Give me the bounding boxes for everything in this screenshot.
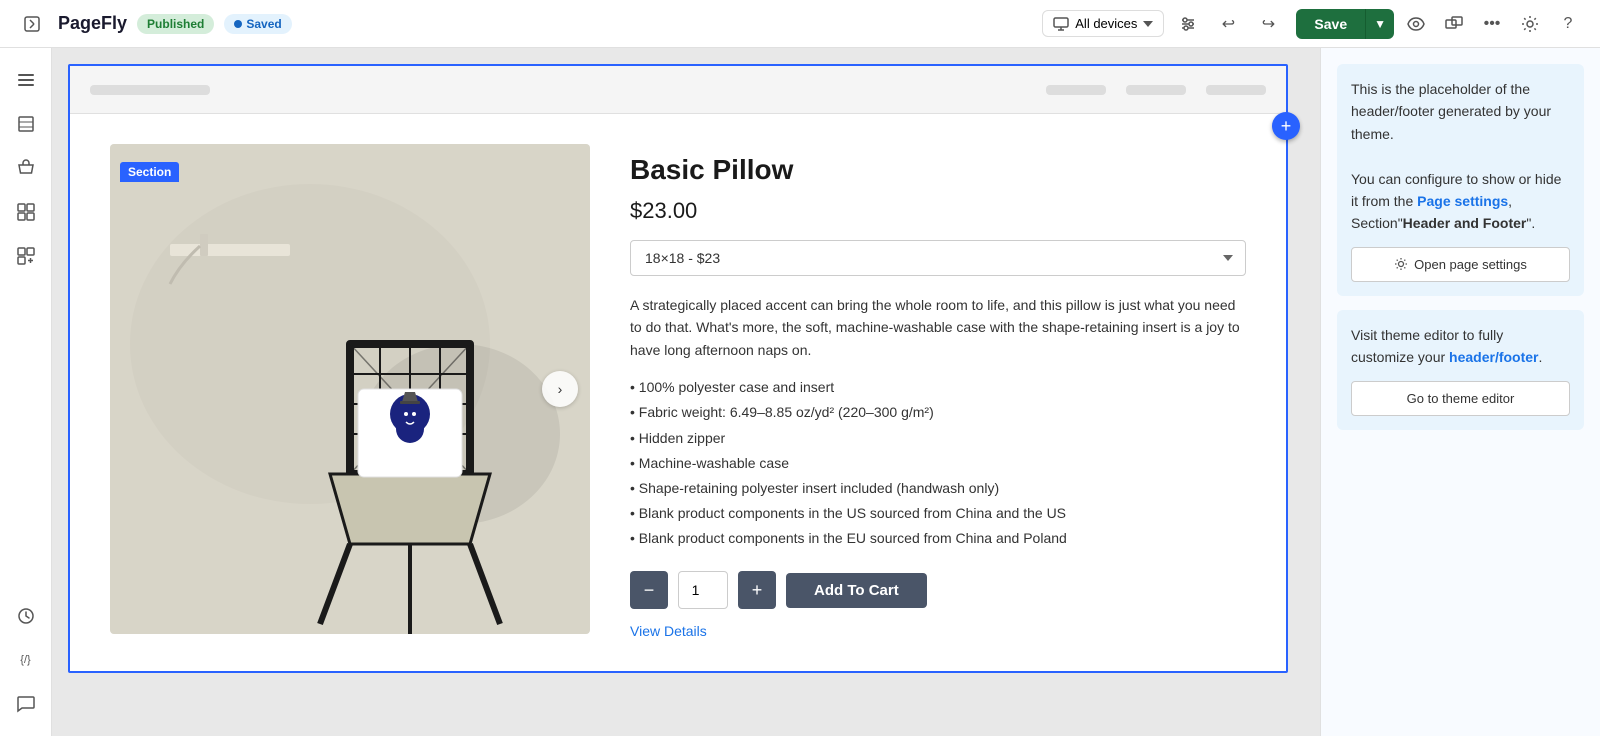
- back-button[interactable]: [16, 8, 48, 40]
- redo-button[interactable]: ↪: [1252, 8, 1284, 40]
- product-image: [110, 144, 590, 634]
- saved-badge: Saved: [224, 14, 291, 34]
- device-selector-label: All devices: [1075, 16, 1137, 31]
- view-details-link[interactable]: View Details: [630, 623, 707, 639]
- topbar-center: All devices ↩ ↪: [1042, 8, 1284, 40]
- feature-1: • 100% polyester case and insert: [630, 375, 1246, 400]
- placeholder-bar-2: [1046, 85, 1106, 95]
- monitor-icon: [1053, 17, 1069, 31]
- canvas-area: Section +: [52, 48, 1320, 736]
- preview-button[interactable]: [1400, 8, 1432, 40]
- page-canvas: +: [68, 64, 1288, 673]
- feature-6: • Blank product components in the US sou…: [630, 501, 1246, 526]
- placeholder-bar-4: [1206, 85, 1266, 95]
- save-button[interactable]: Save: [1296, 9, 1365, 39]
- settings-button[interactable]: [1514, 8, 1546, 40]
- placeholder-bar-3: [1126, 85, 1186, 95]
- header-footer-link-2: header/footer: [1449, 349, 1538, 365]
- go-to-theme-editor-button[interactable]: Go to theme editor: [1351, 381, 1570, 416]
- sliders-icon: [1179, 15, 1197, 33]
- page-settings-link: Page settings: [1417, 193, 1508, 209]
- panel-card-text-2: You can configure to show or hide it fro…: [1351, 168, 1570, 235]
- saved-label: Saved: [246, 17, 281, 31]
- undo-button[interactable]: ↩: [1212, 8, 1244, 40]
- left-sidebar: {/}: [0, 48, 52, 736]
- panel-card-theme-editor: Visit theme editor to fully customize yo…: [1337, 310, 1584, 430]
- open-page-settings-button[interactable]: Open page settings: [1351, 247, 1570, 282]
- header-footer-link: Header and Footer: [1403, 215, 1527, 231]
- quantity-cart-row: − + Add To Cart: [630, 571, 1246, 609]
- saved-dot: [234, 20, 242, 28]
- device-selector[interactable]: All devices: [1042, 10, 1164, 37]
- panel-card2-text: Visit theme editor to fully customize yo…: [1351, 324, 1570, 369]
- panel-text-2c: ".: [1526, 215, 1535, 231]
- panel-card-text-1: This is the placeholder of the header/fo…: [1351, 78, 1570, 145]
- sidebar-layers-icon[interactable]: [6, 104, 46, 144]
- open-settings-label: Open page settings: [1414, 257, 1527, 272]
- share-icon: [1445, 15, 1463, 33]
- sidebar-store-icon[interactable]: [6, 148, 46, 188]
- section-label: Section: [120, 162, 179, 182]
- feature-3: • Hidden zipper: [630, 426, 1246, 451]
- placeholder-bar-1: [90, 85, 210, 95]
- app-logo: PageFly: [58, 13, 127, 34]
- published-badge: Published: [137, 14, 214, 34]
- gear-icon: [1521, 15, 1539, 33]
- main-layout: {/} Section +: [0, 48, 1600, 736]
- sidebar-chat-icon[interactable]: [6, 684, 46, 724]
- variant-select[interactable]: 18×18 - $23: [630, 240, 1246, 276]
- save-dropdown-button[interactable]: ▼: [1365, 9, 1394, 39]
- image-next-button[interactable]: ›: [542, 371, 578, 407]
- add-section-button[interactable]: +: [1272, 112, 1300, 140]
- panel-card-header-footer: This is the placeholder of the header/fo…: [1337, 64, 1584, 296]
- sidebar-add-section-icon[interactable]: [6, 236, 46, 276]
- right-panel: This is the placeholder of the header/fo…: [1320, 48, 1600, 736]
- quantity-decrease-button[interactable]: −: [630, 571, 668, 609]
- quantity-input[interactable]: [678, 571, 728, 609]
- feature-5: • Shape-retaining polyester insert inclu…: [630, 476, 1246, 501]
- more-button[interactable]: •••: [1476, 8, 1508, 40]
- product-details: Basic Pillow $23.00 18×18 - $23 A strate…: [630, 144, 1246, 641]
- sidebar-history-icon[interactable]: [6, 596, 46, 636]
- sidebar-code-icon[interactable]: {/}: [6, 640, 46, 680]
- topbar: PageFly Published Saved All devices: [0, 0, 1600, 48]
- product-section: › Basic Pillow $23.00 18×18 - $23 A stra…: [70, 114, 1286, 671]
- chevron-down-icon: [1143, 21, 1153, 27]
- product-price: $23.00: [630, 198, 1246, 224]
- topbar-right: Save ▼ ••• ?: [1296, 8, 1584, 40]
- product-title: Basic Pillow: [630, 154, 1246, 186]
- save-button-group: Save ▼: [1296, 9, 1394, 39]
- add-to-cart-button[interactable]: Add To Cart: [786, 573, 927, 608]
- quantity-increase-button[interactable]: +: [738, 571, 776, 609]
- settings-adjust-button[interactable]: [1172, 8, 1204, 40]
- gear-small-icon: [1394, 257, 1408, 271]
- help-button[interactable]: ?: [1552, 8, 1584, 40]
- product-image-wrap: ›: [110, 144, 590, 634]
- header-placeholder: [70, 66, 1286, 114]
- feature-2: • Fabric weight: 6.49–8.85 oz/yd² (220–3…: [630, 400, 1246, 425]
- sidebar-menu-icon[interactable]: [6, 60, 46, 100]
- topbar-left: PageFly Published Saved: [16, 8, 1030, 40]
- sidebar-grid-icon[interactable]: [6, 192, 46, 232]
- feature-7: • Blank product components in the EU sou…: [630, 526, 1246, 551]
- eye-icon: [1407, 15, 1425, 33]
- share-button[interactable]: [1438, 8, 1470, 40]
- product-description: A strategically placed accent can bring …: [630, 294, 1246, 361]
- feature-4: • Machine-washable case: [630, 451, 1246, 476]
- product-features: • 100% polyester case and insert • Fabri…: [630, 375, 1246, 551]
